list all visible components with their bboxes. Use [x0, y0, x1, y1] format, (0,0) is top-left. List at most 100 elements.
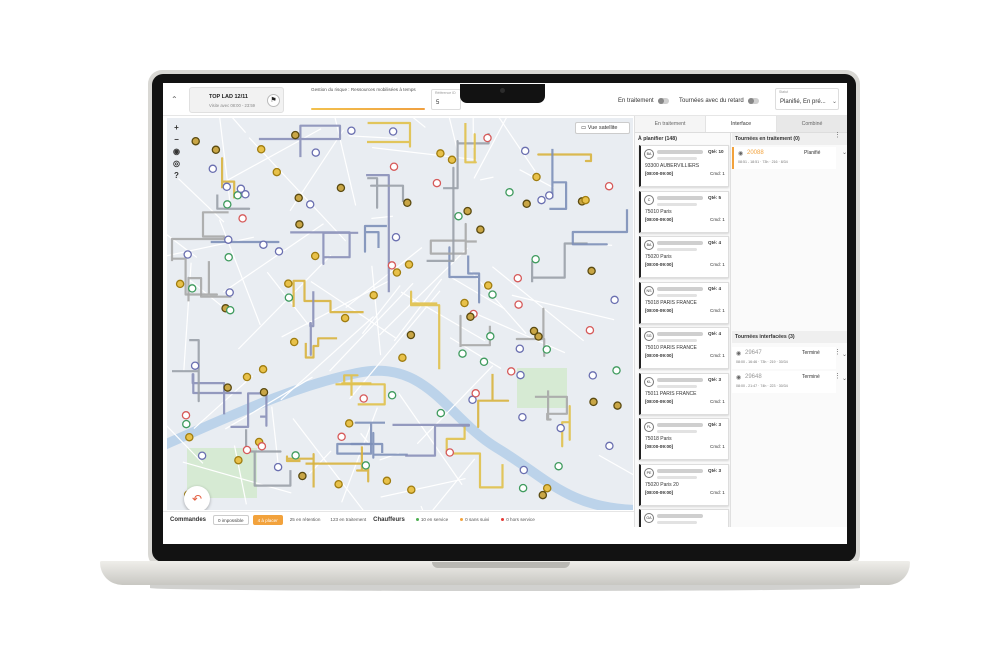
more-icon[interactable]: ⋮ [834, 372, 841, 380]
zoom-in-button[interactable]: + [171, 122, 182, 134]
route-line [549, 148, 568, 210]
filter-a-placer[interactable]: 4 à placer [252, 514, 283, 525]
chevron-down-icon[interactable]: ⌄ [842, 375, 847, 382]
order-cmd: Cmd: 1 [710, 262, 725, 267]
order-address-redacted [657, 430, 697, 433]
eye-icon[interactable]: ◉ [736, 350, 741, 357]
stop-marker [183, 250, 192, 259]
status-dot [501, 518, 505, 521]
stop-marker [336, 183, 346, 193]
order-card[interactable]: C Qté: 5 75010 Paris [08:00-09:00] Cmd: 1 [639, 190, 729, 233]
toggle-en-traitement[interactable]: En traitement [618, 98, 669, 104]
stop-marker [311, 148, 321, 157]
order-qty: Qté: 10 [708, 149, 724, 154]
driver-hors-service[interactable]: 0 hors service [497, 517, 539, 522]
driver-en-service[interactable]: 10 en service [412, 517, 452, 522]
more-icon[interactable]: ⋮ [834, 348, 841, 356]
tab-interface[interactable]: Interface [706, 116, 777, 132]
stop-marker [483, 281, 493, 290]
zoom-out-button[interactable]: − [171, 134, 182, 146]
order-card[interactable]: FL Qté: 3 75018 Paris [08:00-09:00] Cmd: 1 [639, 418, 729, 460]
order-card[interactable]: NS Qté: 4 75018 PARIS FRANCE [08:00-09:00] C… [639, 281, 729, 324]
stop-marker [225, 288, 234, 297]
filter-impossible[interactable]: 0 impossible [213, 514, 249, 525]
stop-marker [458, 349, 467, 358]
stop-marker [175, 279, 185, 289]
stop-marker [291, 130, 300, 140]
undo-icon[interactable]: ↶ [184, 486, 210, 510]
stop-marker [545, 191, 554, 200]
tour-subtitle: Visite avec 08:00 - 23:59 [209, 103, 256, 108]
stop-marker [236, 184, 246, 194]
reference-field[interactable]: Référence ID 5 [431, 89, 461, 110]
stop-marker [387, 391, 397, 400]
street [361, 285, 401, 335]
stop-marker [463, 206, 472, 216]
stop-marker [272, 167, 282, 177]
stop-marker [305, 200, 315, 209]
eye-icon[interactable]: ◉ [171, 146, 182, 158]
stop-marker [436, 149, 445, 158]
driver-sans-suivi[interactable]: 0 sans suivi [456, 517, 493, 522]
order-card[interactable]: GA [639, 509, 729, 527]
toggle-switch[interactable] [747, 98, 759, 104]
tour-status: Planifié [804, 150, 821, 156]
eye-icon[interactable]: ◉ [738, 150, 743, 157]
more-icon[interactable]: ⋮ [834, 131, 841, 139]
order-card[interactable]: BA Qté: 4 75020 Paris [08:00-09:00] Cmd: 1 [639, 236, 729, 278]
order-cmd: Cmd: 1 [710, 489, 725, 495]
eye-off-icon[interactable]: ◎ [171, 158, 182, 170]
route-map[interactable] [167, 118, 633, 510]
status-label: Statut [779, 90, 789, 94]
flag-icon[interactable]: ⚑ [267, 94, 280, 107]
stop-marker [225, 305, 235, 315]
tab-combine[interactable]: Combiné [777, 116, 847, 132]
filter-retention[interactable]: 25 en rétention [287, 517, 324, 522]
stop-marker [211, 145, 221, 155]
stop-marker [460, 298, 469, 308]
stop-marker [520, 146, 530, 156]
order-card[interactable]: BA Qté: 10 93300 AUBERVILLIERS [08:00-09:00… [639, 145, 729, 187]
order-card[interactable]: PE Qté: 3 75020 Paris 20 [08:00-09:00] Cmd: … [639, 463, 729, 506]
order-card[interactable]: KL Qté: 3 75011 PARIS FRANCE [08:00-09:00] C… [639, 372, 729, 415]
status-select[interactable]: Statut Planifié, En pré... ⌄ [775, 88, 839, 110]
stop-marker [488, 290, 497, 299]
order-qty: Qté: 4 [708, 240, 722, 245]
toggle-retard[interactable]: Tournées avec du retard [679, 98, 759, 104]
stop-marker [289, 337, 299, 347]
stop-marker [310, 251, 320, 261]
street [167, 236, 254, 257]
tour-status: Terminé [802, 350, 820, 356]
satellite-button[interactable]: ▭ Vue satellite [575, 122, 630, 134]
order-time: [08:00-09:00] [645, 489, 674, 495]
tour-row[interactable]: ◉ 29647 Terminé 08:00 - 16:46 · 73h · 21… [732, 347, 836, 369]
tour-row[interactable]: ◉ 29648 Terminé 08:00 - 21:47 · 74h · 22… [732, 371, 836, 393]
stop-marker [479, 357, 489, 367]
map-tools: + − ◉ ◎ ? [171, 122, 182, 182]
filter-traitement[interactable]: 123 en traitement [327, 517, 369, 522]
chevron-down-icon[interactable]: ⌄ [842, 351, 847, 358]
tab-en-traitement[interactable]: En traitement [635, 116, 706, 132]
stop-marker [515, 344, 525, 353]
help-icon[interactable]: ? [171, 170, 182, 182]
map-view[interactable]: + − ◉ ◎ ? ▭ Vue satellite ↶ [167, 118, 633, 510]
stop-marker [585, 325, 595, 335]
toggle-switch[interactable] [657, 98, 669, 104]
tour-row[interactable]: ◉ 20088 Planifié 08:51 - 18:51 · 73h · 2… [732, 147, 836, 169]
orders-column: À planifier (148) BA Qté: 10 93300 AUBERVI… [635, 133, 731, 527]
chauffeurs-label: Chauffeurs [373, 516, 405, 523]
order-card[interactable]: SG Qté: 4 75010 PARIS FRANCE [08:00-09:00] C… [639, 327, 729, 369]
order-customer-redacted [657, 150, 703, 154]
collapse-icon[interactable]: ⌃ [171, 95, 178, 104]
stop-marker [466, 312, 475, 322]
stop-marker [589, 397, 598, 407]
eye-icon[interactable]: ◉ [736, 374, 741, 381]
stop-marker [403, 198, 412, 208]
tour-selector[interactable]: TOP LAD 12/11 Visite avec 08:00 - 23:59 … [189, 87, 284, 113]
tour-id: 20088 [747, 150, 764, 156]
stop-marker [407, 485, 416, 494]
tour-title: TOP LAD 12/11 [209, 94, 248, 100]
stop-marker [398, 353, 407, 362]
street [380, 477, 466, 498]
chevron-down-icon[interactable]: ⌄ [842, 149, 847, 156]
